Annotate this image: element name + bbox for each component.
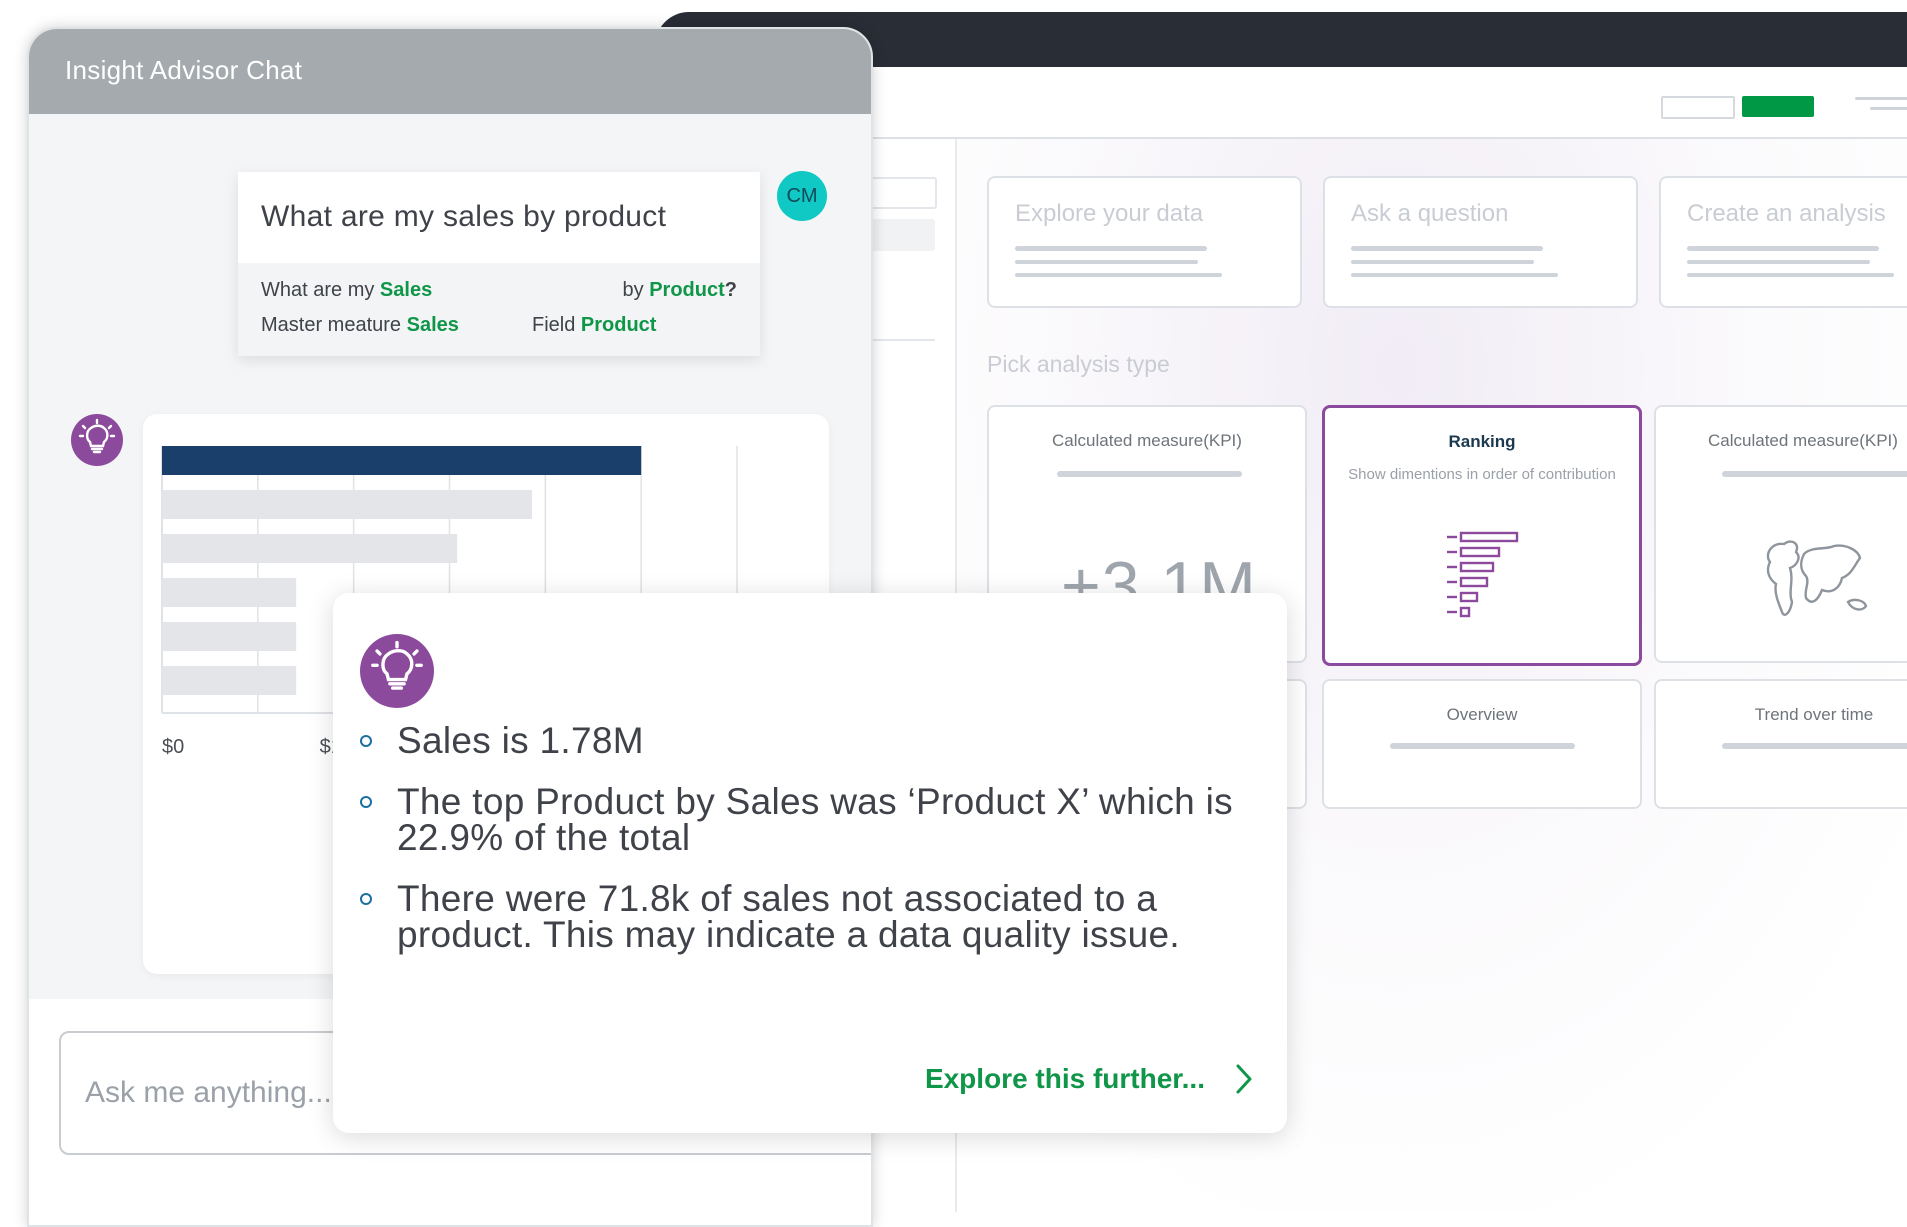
chat-title: Insight Advisor Chat xyxy=(65,55,303,85)
lightbulb-icon xyxy=(371,640,423,690)
world-map-icon xyxy=(1766,540,1868,616)
user-question-text: What are my sales by product xyxy=(261,200,667,233)
insight-text: The top Product by Sales was ‘Product X’… xyxy=(397,781,1233,858)
analysis-type-title: Ranking xyxy=(1448,432,1516,451)
parse-text: ? xyxy=(724,279,737,301)
bullet-icon xyxy=(360,735,372,747)
parse-row-field: Field Product xyxy=(532,314,656,337)
insight-text: Sales is 1.78M xyxy=(397,720,644,761)
toolbar-primary-button[interactable] xyxy=(1742,96,1814,117)
parse-measure-sales: Sales xyxy=(406,314,459,336)
user-avatar: CM xyxy=(777,171,827,221)
parse-text: What are my xyxy=(261,279,380,301)
insight-text: There were 71.8k of sales not associated… xyxy=(397,878,1180,955)
text-placeholder xyxy=(1057,471,1242,477)
analysis-type-trend[interactable]: Trend over time xyxy=(1654,679,1907,809)
text-placeholder xyxy=(1687,273,1894,277)
text-placeholder xyxy=(1722,471,1907,477)
explore-further-label: Explore this further... xyxy=(924,1063,1205,1094)
parse-row-question: What are my Sales xyxy=(261,279,432,302)
chart-bar[interactable] xyxy=(162,446,642,475)
insight-bullet: There were 71.8k of sales not associated… xyxy=(360,878,1240,955)
ask-question-card[interactable]: Ask a question xyxy=(1323,176,1638,308)
explore-further-link[interactable]: Explore this further... xyxy=(925,1063,1253,1095)
analysis-type-title: Calculated measure(KPI) xyxy=(1052,431,1242,450)
user-question-card: What are my sales by product What are my… xyxy=(238,172,760,356)
text-placeholder xyxy=(1015,246,1207,251)
parse-row-question-by: by Product? xyxy=(623,279,737,302)
parse-term-sales: Sales xyxy=(379,279,433,301)
chevron-right-icon xyxy=(1236,1064,1252,1094)
chart-bar[interactable] xyxy=(162,578,297,607)
toolbar-secondary-button[interactable] xyxy=(1661,96,1735,119)
analysis-type-overview[interactable]: Overview xyxy=(1322,679,1642,809)
insight-avatar xyxy=(360,634,434,708)
lightbulb-icon xyxy=(78,418,116,454)
insight-summary-card: Sales is 1.78M The top Product by Sales … xyxy=(333,593,1287,1133)
text-placeholder xyxy=(1015,260,1198,264)
chart-bar[interactable] xyxy=(162,666,297,695)
text-placeholder xyxy=(1722,743,1907,749)
text-placeholder xyxy=(1015,273,1222,277)
create-analysis-card[interactable]: Create an analysis xyxy=(1659,176,1907,308)
parse-row-measure: Master meature Sales xyxy=(261,314,459,337)
analysis-type-title: Overview xyxy=(1446,705,1518,724)
chart-bar[interactable] xyxy=(162,622,297,651)
analysis-type-ranking[interactable]: Ranking Show dimentions in order of cont… xyxy=(1322,405,1642,666)
text-placeholder xyxy=(1687,260,1870,264)
query-parse-details: What are my Sales by Product? Master mea… xyxy=(238,263,760,356)
text-placeholder xyxy=(1687,246,1879,251)
ranking-icon xyxy=(1447,531,1519,618)
chat-header: Insight Advisor Chat xyxy=(29,29,871,114)
text-placeholder xyxy=(1390,743,1575,749)
bullet-icon xyxy=(360,796,372,808)
text-placeholder xyxy=(1351,260,1534,264)
chart-bar[interactable] xyxy=(162,490,532,519)
x-tick-label: $0 xyxy=(162,736,184,758)
parse-field-product: Product xyxy=(580,314,657,336)
card-title: Create an analysis xyxy=(1687,200,1886,227)
explore-data-card[interactable]: Explore your data xyxy=(987,176,1302,308)
analysis-type-subtitle: Show dimentions in order of contribution xyxy=(1348,466,1616,483)
insight-bullet: Sales is 1.78M xyxy=(360,720,1240,761)
insight-bullet-list: Sales is 1.78M The top Product by Sales … xyxy=(360,720,1240,978)
parse-text: by xyxy=(622,279,650,301)
parse-text: Master meature xyxy=(261,314,407,336)
text-placeholder xyxy=(1351,246,1543,251)
text-placeholder xyxy=(1351,273,1558,277)
chart-bar[interactable] xyxy=(162,534,458,563)
analysis-type-title: Trend over time xyxy=(1754,705,1874,724)
analysis-type-title: Calculated measure(KPI) xyxy=(1708,431,1898,450)
pick-analysis-type-label: Pick analysis type xyxy=(987,351,1170,377)
insight-bullet: The top Product by Sales was ‘Product X’… xyxy=(360,781,1240,858)
bullet-icon xyxy=(360,893,372,905)
parse-text: Field xyxy=(532,314,581,336)
analysis-type-kpi-map[interactable]: Calculated measure(KPI) xyxy=(1654,405,1907,663)
card-title: Explore your data xyxy=(1015,200,1204,227)
insight-advisor-avatar xyxy=(71,414,123,466)
parse-term-product: Product xyxy=(649,279,725,301)
card-title: Ask a question xyxy=(1351,200,1509,227)
